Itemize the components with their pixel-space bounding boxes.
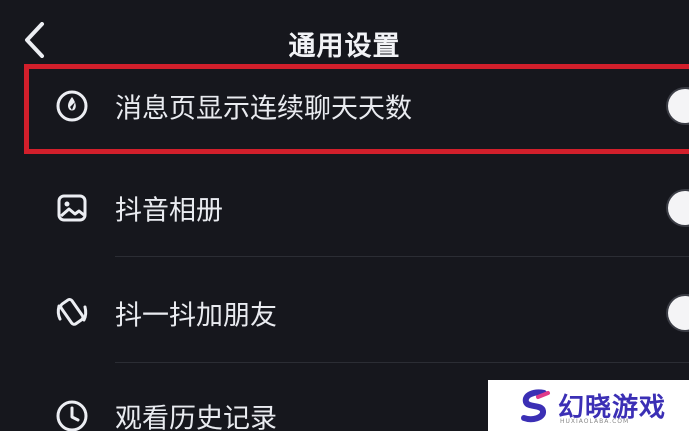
setting-label: 抖一抖加朋友 [115, 300, 277, 332]
row-divider [115, 362, 689, 363]
setting-row-photo-album[interactable]: 抖音相册 [0, 172, 689, 244]
site-watermark: 幻晓游戏 HUXIAOLABA.COM [488, 380, 689, 431]
shake-add-friend-toggle[interactable] [666, 294, 689, 332]
shake-phone-icon [52, 293, 92, 333]
watermark-subtext: HUXIAOLABA.COM [560, 418, 630, 425]
setting-label: 抖音相册 [115, 195, 223, 227]
photo-album-icon [52, 188, 92, 228]
header-bar: 通用设置 [0, 0, 689, 64]
highlight-box [24, 64, 689, 154]
page-title: 通用设置 [288, 31, 401, 62]
clock-icon [52, 396, 92, 431]
setting-row-shake-add-friend[interactable]: 抖一抖加朋友 [0, 277, 689, 349]
photo-album-toggle[interactable] [666, 189, 689, 227]
watermark-logo-icon [521, 389, 550, 422]
setting-label: 观看历史记录 [115, 403, 277, 431]
row-divider [115, 256, 689, 257]
settings-screen: 通用设置 消息页显示连续聊天天数 抖音相册 抖一抖加朋友 观看历史记录 幻晓游戏… [0, 0, 689, 431]
